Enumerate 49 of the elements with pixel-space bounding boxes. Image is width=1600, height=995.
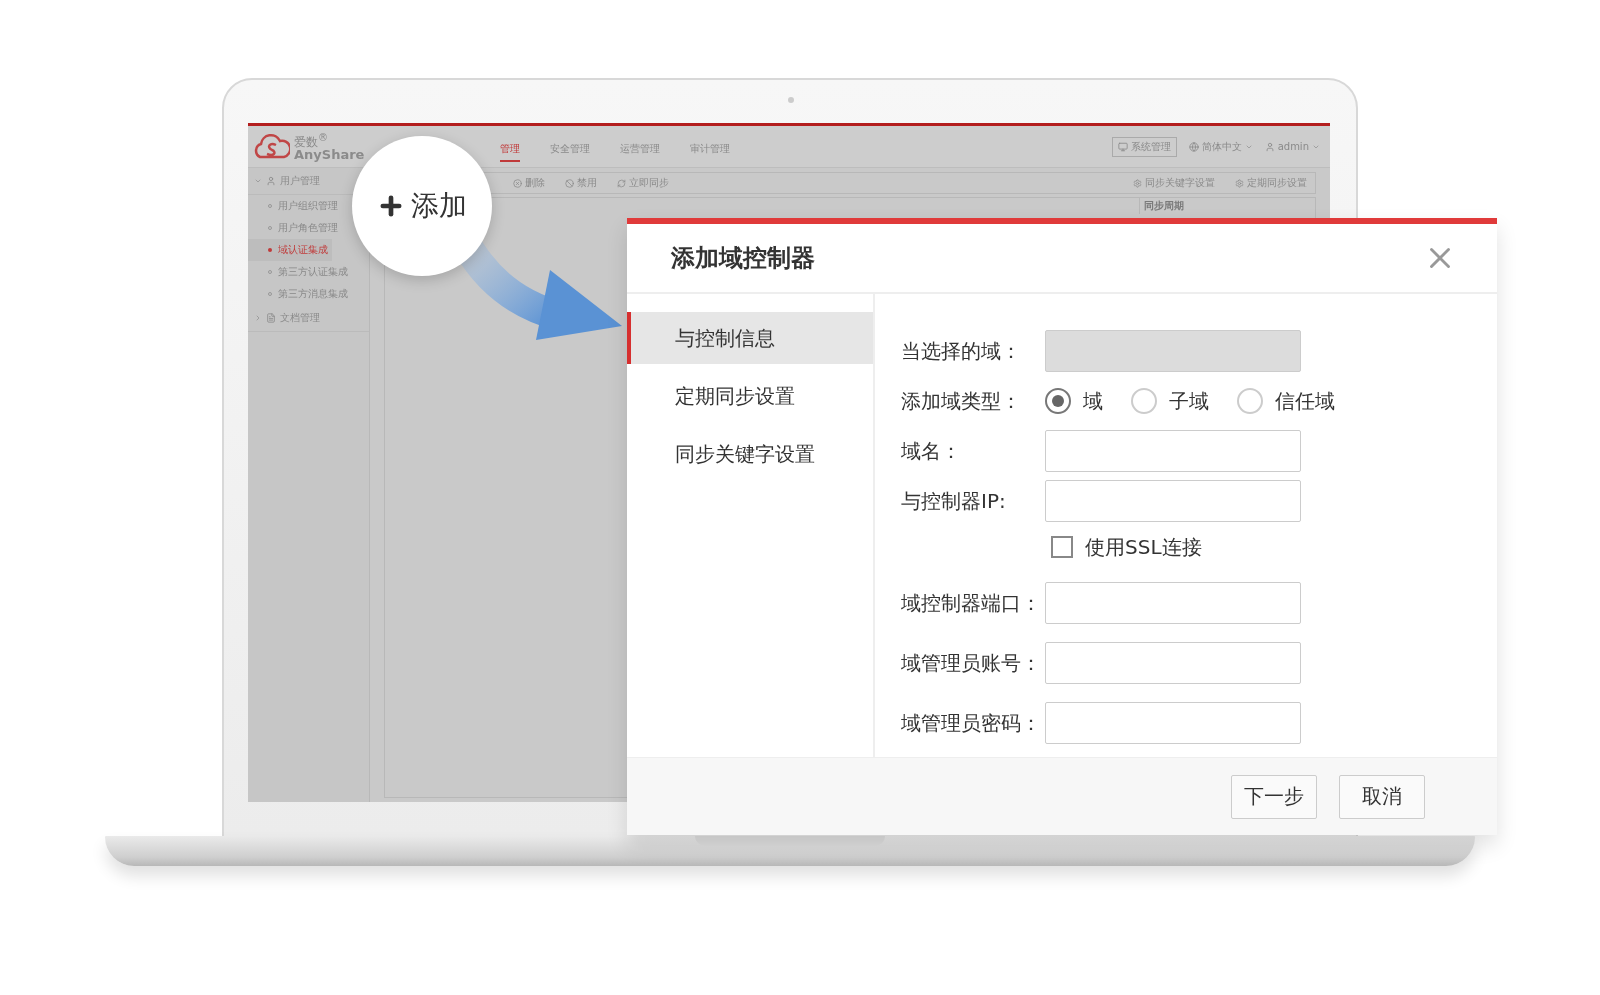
input-field[interactable] bbox=[1045, 642, 1301, 684]
checkbox-label: 使用SSL连接 bbox=[1085, 533, 1202, 561]
system-button[interactable]: 系统管理 bbox=[1111, 136, 1177, 157]
settings-icon bbox=[1133, 178, 1142, 188]
callout-label: 添加 bbox=[411, 188, 467, 224]
dialog-nav-item[interactable]: 与控制信息 bbox=[627, 312, 873, 364]
user-menu[interactable]: admin bbox=[1264, 141, 1320, 152]
radio-label: 子域 bbox=[1169, 387, 1209, 415]
globe-icon bbox=[1188, 141, 1199, 152]
radio-button[interactable] bbox=[1045, 388, 1071, 414]
radio-label: 域 bbox=[1083, 387, 1103, 415]
monitor-icon bbox=[1117, 141, 1128, 152]
next-button[interactable]: 下一步 bbox=[1231, 774, 1317, 819]
camera-icon bbox=[788, 97, 794, 103]
nav-tab[interactable]: 管理 bbox=[500, 135, 520, 162]
input-field[interactable] bbox=[1045, 702, 1301, 744]
refresh-icon bbox=[617, 178, 626, 188]
chevron-icon bbox=[254, 177, 262, 185]
logo-name: 爱数$^{®}$ bbox=[294, 132, 328, 148]
column-header: 同步周期 bbox=[1139, 198, 1305, 214]
radio-button[interactable] bbox=[1237, 388, 1263, 414]
radio-button[interactable] bbox=[1131, 388, 1157, 414]
settings-icon bbox=[1235, 178, 1244, 188]
cancel-button[interactable]: 取消 bbox=[1339, 774, 1425, 819]
logo-icon bbox=[254, 132, 290, 161]
dialog-nav-item[interactable]: 同步关键字设置 bbox=[627, 428, 873, 480]
delete-icon bbox=[513, 178, 522, 188]
dialog-nav-item[interactable]: 定期同步设置 bbox=[627, 370, 873, 422]
field-label: 与控制器IP: bbox=[901, 487, 1007, 515]
input-field[interactable] bbox=[1045, 430, 1301, 472]
logo-brand: AnyShare bbox=[294, 147, 365, 161]
dialog-title: 添加域控制器 bbox=[671, 243, 815, 274]
document-icon bbox=[266, 313, 276, 323]
user-icon bbox=[1264, 141, 1275, 152]
field-label: 当选择的域： bbox=[901, 337, 1022, 365]
input-field[interactable] bbox=[1045, 480, 1301, 522]
chevron-icon bbox=[254, 314, 262, 322]
field-label: 域管理员账号： bbox=[901, 649, 1042, 677]
radio-label: 信任域 bbox=[1275, 387, 1335, 415]
checkbox[interactable] bbox=[1051, 536, 1073, 558]
input-field[interactable] bbox=[1045, 582, 1301, 624]
field-label: 添加域类型： bbox=[901, 387, 1022, 415]
sidebar-item[interactable]: 域认证集成 bbox=[248, 239, 332, 261]
ban-icon bbox=[565, 178, 574, 188]
user-icon bbox=[266, 176, 276, 186]
nav-tab[interactable]: 安全管理 bbox=[550, 135, 590, 162]
field-label: 域控制器端口： bbox=[901, 589, 1042, 617]
field-label: 域管理员密码： bbox=[901, 709, 1042, 737]
field-label: 域名： bbox=[901, 437, 962, 465]
